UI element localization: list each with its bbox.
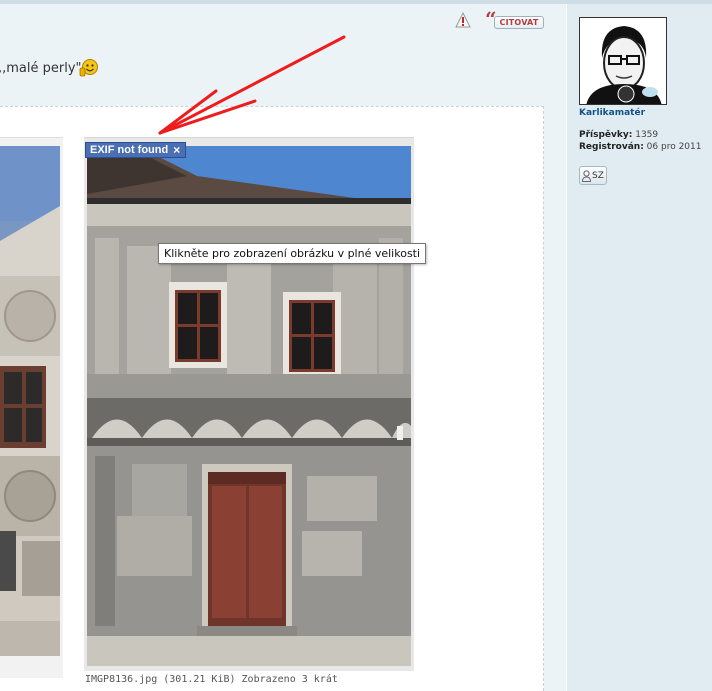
pm-label: SZ [592, 170, 604, 181]
report-button[interactable] [455, 11, 471, 29]
exif-close-icon[interactable]: × [173, 143, 180, 157]
posts-value: 1359 [635, 130, 659, 140]
attachment-thumbnail[interactable] [84, 137, 414, 671]
quote-label: CITOVAT [493, 15, 545, 29]
registered-date: Registrován: 06 pro 2011 [579, 142, 701, 152]
private-message-button[interactable]: SZ [579, 166, 607, 185]
posts-count: Příspěvky: 1359 [579, 130, 658, 140]
house-photo [87, 146, 411, 666]
post-buttons: “ CITOVAT [455, 9, 545, 29]
posts-label: Příspěvky: [579, 130, 633, 140]
smiley-face-icon [79, 59, 98, 77]
panel-divider [566, 4, 567, 691]
exif-badge: EXIF not found × [85, 142, 187, 158]
registered-value: 06 pro 2011 [646, 142, 702, 152]
quote-button[interactable]: “ CITOVAT [485, 9, 545, 29]
report-exclamation-icon [455, 11, 471, 28]
attachment-caption: IMGP8136.jpg (301.21 KiB) Zobrazeno 3 kr… [85, 674, 338, 685]
attachment-thumbnail-left[interactable] [0, 137, 63, 678]
post-text: ,,malé perly" [0, 61, 82, 76]
registered-label: Registrován: [579, 142, 644, 152]
username-link[interactable]: Karlikamatér [579, 108, 645, 118]
thumbnail-left-photo [0, 146, 60, 656]
user-message-icon [582, 169, 592, 182]
exif-label: EXIF not found [90, 144, 169, 156]
avatar[interactable] [579, 17, 667, 105]
image-tooltip: Klikněte pro zobrazení obrázku v plné ve… [158, 243, 427, 264]
avatar-portrait-icon [580, 18, 666, 104]
